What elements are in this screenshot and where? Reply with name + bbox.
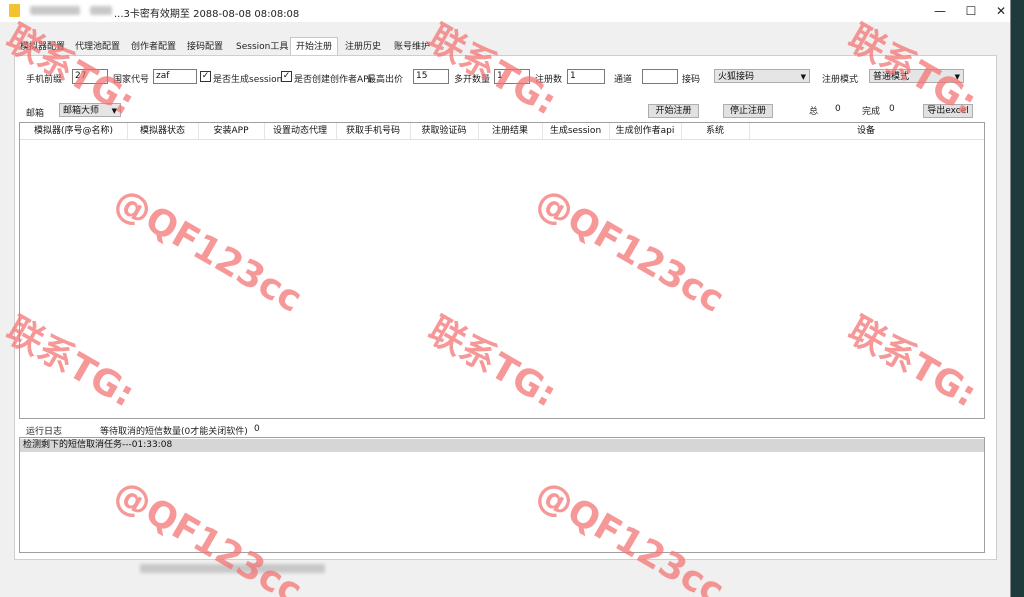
col-emulator[interactable]: 模拟器(序号@名称): [20, 123, 128, 139]
col-install-app[interactable]: 安装APP: [198, 123, 265, 139]
gen-session-label: 是否生成session: [213, 75, 283, 85]
chevron-down-icon: ▼: [800, 73, 806, 81]
app-window: ...3卡密有效期至 2088-08-08 08:08:08 — ☐ ✕ 模拟器…: [0, 0, 1011, 597]
tab-sms-config[interactable]: 接码配置: [182, 39, 228, 55]
maximize-button[interactable]: ☐: [956, 0, 986, 22]
multi-count-label: 多开数量: [454, 75, 491, 85]
create-api-label: 是否创建创作者API: [294, 75, 372, 85]
export-excel-button[interactable]: 导出excel: [923, 104, 973, 118]
minimize-button[interactable]: —: [925, 0, 955, 22]
emulator-grid[interactable]: 模拟器(序号@名称) 模拟器状态 安装APP 设置动态代理 获取手机号码 获取验…: [19, 122, 985, 419]
redacted-title: [30, 6, 80, 15]
sms-label: 接码: [682, 75, 701, 85]
maximize-icon: ☐: [965, 4, 977, 18]
chevron-down-icon: ▼: [111, 107, 117, 115]
col-register-result[interactable]: 注册结果: [478, 123, 543, 139]
tab-proxy-pool[interactable]: 代理池配置: [70, 39, 125, 55]
pending-sms-label: 等待取消的短信数量(0才能关闭软件): [100, 427, 248, 437]
phone-prefix-label: 手机前缀: [26, 75, 63, 85]
col-get-phone[interactable]: 获取手机号码: [336, 123, 411, 139]
tab-register-history[interactable]: 注册历史: [340, 39, 386, 55]
email-provider-value: 邮箱大师: [63, 106, 100, 116]
minimize-icon: —: [934, 4, 946, 18]
email-provider-select[interactable]: 邮箱大师 ▼: [59, 103, 121, 117]
done-value: 0: [889, 104, 895, 114]
mode-label: 注册模式: [822, 75, 859, 85]
log-box[interactable]: 检测剩下的短信取消任务---01:33:08: [19, 437, 985, 553]
redacted-title-2: [90, 6, 112, 15]
register-mode-select[interactable]: 普通模式 ▼: [869, 69, 964, 83]
col-device[interactable]: 设备: [749, 123, 983, 139]
multi-count-input[interactable]: 1: [494, 69, 530, 84]
country-code-label: 国家代号: [113, 75, 150, 85]
register-mode-value: 普通模式: [873, 72, 910, 82]
country-code-input[interactable]: zaf: [153, 69, 197, 84]
col-gen-session[interactable]: 生成session: [542, 123, 610, 139]
stop-register-button[interactable]: 停止注册: [723, 104, 773, 118]
total-value: 0: [835, 104, 841, 114]
col-emulator-status[interactable]: 模拟器状态: [127, 123, 199, 139]
col-gen-creator-api[interactable]: 生成创作者api: [609, 123, 682, 139]
channel-label: 通道: [614, 75, 633, 85]
close-icon: ✕: [995, 4, 1007, 18]
tab-account-maintenance[interactable]: 账号维护: [389, 39, 435, 55]
tab-emulator-config[interactable]: 模拟器配置: [15, 39, 70, 55]
col-system[interactable]: 系统: [681, 123, 750, 139]
tab-start-register[interactable]: 开始注册: [290, 37, 339, 57]
col-dynamic-proxy[interactable]: 设置动态代理: [264, 123, 337, 139]
reg-count-input[interactable]: 1: [567, 69, 605, 84]
log-line[interactable]: 检测剩下的短信取消任务---01:33:08: [20, 439, 984, 452]
gen-session-checkbox[interactable]: ✓: [200, 71, 211, 82]
tab-session-tool[interactable]: Session工具: [231, 39, 293, 55]
start-register-button[interactable]: 开始注册: [648, 104, 699, 118]
done-label: 完成: [862, 107, 881, 117]
email-label: 邮箱: [26, 109, 45, 119]
sms-provider-select[interactable]: 火狐接码 ▼: [714, 69, 810, 83]
folder-icon: [9, 4, 20, 17]
reg-count-label: 注册数: [535, 75, 563, 85]
redacted-status: [140, 564, 325, 573]
channel-input[interactable]: [642, 69, 678, 84]
col-get-code[interactable]: 获取验证码: [410, 123, 479, 139]
max-price-label: 最高出价: [367, 75, 404, 85]
phone-prefix-input[interactable]: 27: [72, 69, 108, 84]
close-button[interactable]: ✕: [986, 0, 1010, 22]
chevron-down-icon: ▼: [954, 73, 960, 81]
log-label: 运行日志: [26, 427, 63, 437]
tab-creator-config[interactable]: 创作者配置: [126, 39, 181, 55]
total-label: 总: [809, 107, 819, 117]
sms-provider-value: 火狐接码: [718, 72, 755, 82]
create-api-checkbox[interactable]: ✓: [281, 71, 292, 82]
title-bar: ...3卡密有效期至 2088-08-08 08:08:08 — ☐ ✕: [0, 0, 1010, 22]
grid-header: 模拟器(序号@名称) 模拟器状态 安装APP 设置动态代理 获取手机号码 获取验…: [20, 123, 984, 140]
max-price-input[interactable]: 15: [413, 69, 449, 84]
pending-sms-value: 0: [254, 424, 260, 434]
window-title: ...3卡密有效期至 2088-08-08 08:08:08: [114, 9, 300, 20]
